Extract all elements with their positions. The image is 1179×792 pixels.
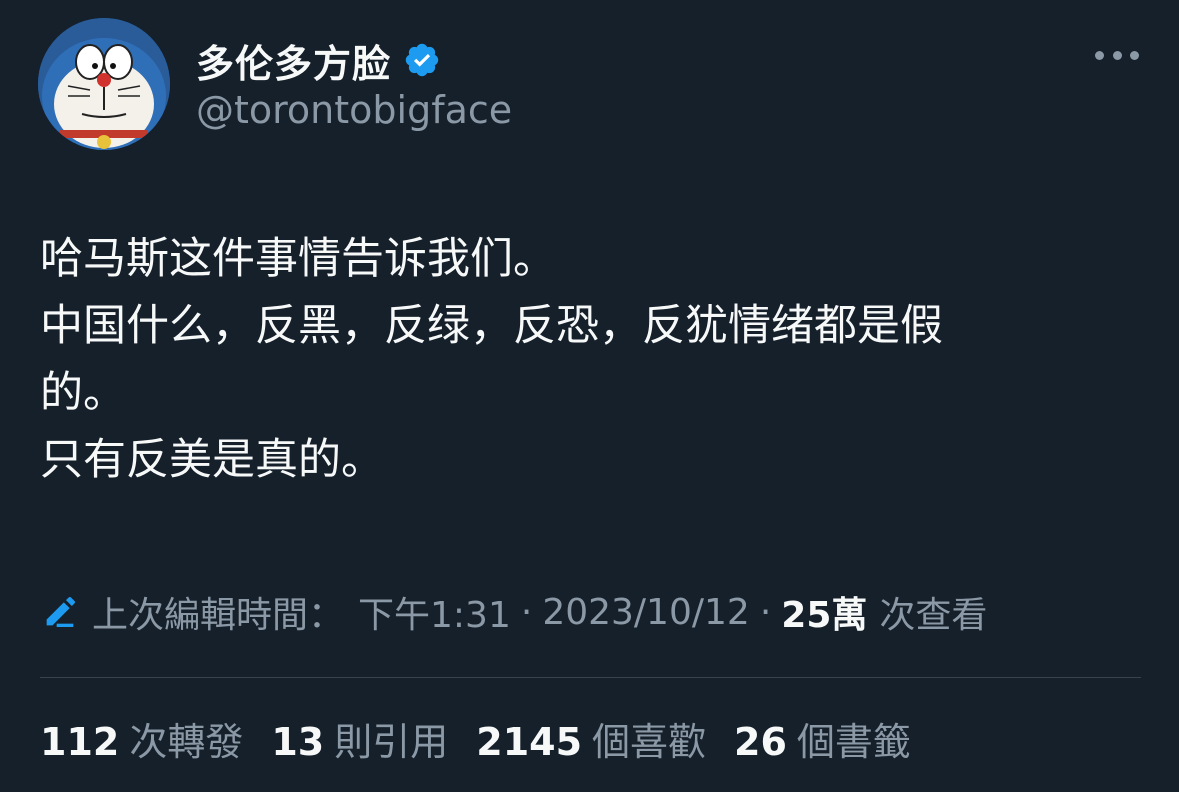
tweet-line: 只有反美是真的。: [40, 435, 384, 485]
likes-label: 個喜歡: [592, 719, 707, 764]
edited-label[interactable]: 上次編輯時間：: [92, 586, 344, 638]
separator: ·: [759, 591, 772, 633]
retweets-stat[interactable]: 112 次轉發: [40, 711, 243, 766]
name-row: 多伦多方脸: [196, 30, 441, 90]
bookmarks-stat[interactable]: 26 個書籤: [734, 711, 911, 766]
more-dot: [1112, 50, 1122, 60]
edit-pencil-icon: [46, 597, 75, 627]
more-horizontal-icon[interactable]: [1095, 40, 1139, 70]
engagement-stats: 112 次轉發 13 則引用 2145 個喜歡 26 個書籤: [40, 712, 939, 764]
views-count: 25萬: [781, 595, 868, 636]
quotes-count: 13: [271, 719, 325, 764]
more-dot: [1095, 50, 1104, 60]
tweet-line: 中国什么，反黑，反绿，反恐，反犹情绪都是假: [40, 301, 943, 351]
retweets-label: 次轉發: [129, 719, 244, 764]
user-handle[interactable]: @torontobigface: [196, 88, 512, 132]
tweet-time[interactable]: 下午1:31: [358, 586, 511, 638]
bookmarks-count: 26: [734, 719, 787, 764]
more-dot: [1130, 50, 1139, 60]
quotes-stat[interactable]: 13 則引用: [271, 711, 448, 766]
tweet-detail: 多伦多方脸 @torontobigface 哈马斯这件事情告诉我们。 中国什么，…: [0, 0, 1179, 792]
display-name[interactable]: 多伦多方脸: [196, 33, 391, 88]
tweet-line: 的。: [40, 368, 126, 418]
tweet-text: 哈马斯这件事情告诉我们。 中国什么，反黑，反绿，反恐，反犹情绪都是假 的。 只有…: [40, 226, 1140, 494]
bookmarks-label: 個書籤: [796, 719, 911, 764]
separator: ·: [520, 591, 533, 633]
doraemon-avatar-icon: [38, 18, 170, 150]
views-label: 次查看: [879, 595, 988, 636]
quotes-label: 則引用: [334, 719, 449, 764]
verified-badge-icon: [405, 43, 439, 77]
divider: [40, 677, 1141, 678]
likes-count: 2145: [476, 719, 583, 764]
retweets-count: 112: [40, 719, 120, 764]
tweet-line: 哈马斯这件事情告诉我们。: [40, 234, 556, 284]
tweet-meta: 上次編輯時間： 下午1:31 · 2023/10/12 · 25萬 次查看: [40, 586, 987, 638]
tweet-date[interactable]: 2023/10/12: [542, 592, 750, 633]
likes-stat[interactable]: 2145 個喜歡: [476, 711, 706, 766]
avatar[interactable]: [38, 18, 170, 150]
